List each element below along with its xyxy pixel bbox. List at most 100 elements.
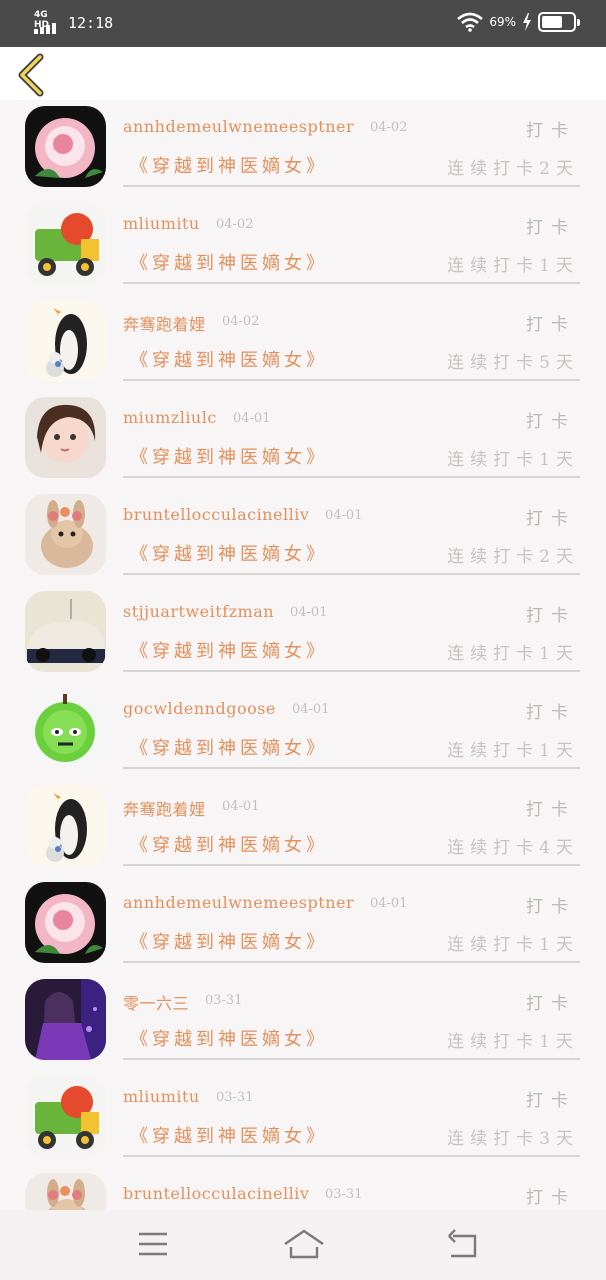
back-nav-button[interactable]	[443, 1226, 483, 1262]
row-divider	[123, 573, 580, 575]
avatar[interactable]	[25, 1076, 106, 1157]
avatar[interactable]	[25, 397, 106, 478]
system-nav-bar	[0, 1210, 606, 1280]
checkin-label: 打卡	[526, 218, 576, 238]
list-item[interactable]: miumzliulc 04-01 打卡 《穿越到神医嫡女》 连续打卡1天	[0, 391, 606, 488]
list-item[interactable]: 零一六三 03-31 打卡《穿越到神医嫡女》 连续打卡1天	[0, 973, 606, 1070]
checkin-list[interactable]: annhdemeulwnemeesptner 04-02 打卡 《穿越到神医嫡女》 连续…	[0, 100, 606, 1210]
back-button[interactable]	[12, 51, 56, 97]
checkin-date: 04-01	[370, 896, 408, 911]
row-divider	[123, 379, 580, 381]
row-divider	[123, 282, 580, 284]
streak-text: 连续打卡1天	[447, 1032, 579, 1052]
user-name[interactable]: 奔骞跑着娌	[123, 796, 206, 820]
charging-icon	[523, 13, 531, 31]
checkin-label: 打卡	[526, 994, 576, 1014]
user-name[interactable]: mliumitu	[123, 1087, 200, 1106]
checkin-label: 打卡	[526, 1091, 576, 1111]
list-item[interactable]: 奔骞跑着娌 04-01 打卡《穿越到神医嫡女》 连续打卡4天	[0, 779, 606, 876]
menu-button[interactable]	[133, 1226, 173, 1262]
streak-text: 连续打卡1天	[447, 741, 579, 761]
checkin-date: 04-02	[216, 217, 254, 232]
book-title-link[interactable]: 《穿越到神医嫡女》	[130, 1122, 328, 1148]
book-title-link[interactable]: 《穿越到神医嫡女》	[130, 734, 328, 760]
checkin-date: 04-01	[290, 605, 328, 620]
battery-percent: 69%	[489, 15, 516, 29]
user-name[interactable]: gocwldenndgoose	[123, 699, 276, 718]
list-item[interactable]: 奔骞跑着娌 04-02 打卡《穿越到神医嫡女》 连续打卡5天	[0, 294, 606, 391]
list-item[interactable]: bruntellocculacinelliv 03-31 打卡	[0, 1167, 606, 1210]
row-divider	[123, 961, 580, 963]
avatar[interactable]	[25, 494, 106, 575]
user-name[interactable]: mliumitu	[123, 214, 200, 233]
streak-text: 连续打卡1天	[447, 256, 579, 276]
checkin-label: 打卡	[526, 121, 576, 141]
checkin-date: 03-31	[205, 993, 243, 1008]
checkin-date: 04-01	[292, 702, 330, 717]
streak-text: 连续打卡2天	[447, 159, 579, 179]
user-name[interactable]: annhdemeulwnemeesptner	[123, 117, 354, 136]
list-item[interactable]: mliumitu 03-31 打卡 《穿越到神医嫡女》 连续打卡3天	[0, 1070, 606, 1167]
user-name[interactable]: bruntellocculacinelliv	[123, 505, 309, 524]
list-item[interactable]: bruntellocculacinelliv 04-01 打卡 《穿越到神医嫡女》 连续…	[0, 488, 606, 585]
row-divider	[123, 476, 580, 478]
avatar[interactable]	[25, 882, 106, 963]
checkin-date: 04-01	[325, 508, 363, 523]
streak-text: 连续打卡1天	[447, 450, 579, 470]
avatar[interactable]	[25, 203, 106, 284]
battery-icon	[538, 12, 580, 32]
book-title-link[interactable]: 《穿越到神医嫡女》	[130, 831, 328, 857]
streak-text: 连续打卡2天	[447, 547, 579, 567]
book-title-link[interactable]: 《穿越到神医嫡女》	[130, 637, 328, 663]
list-item[interactable]: gocwldenndgoose 04-01 打卡《穿越到神医嫡女》 连续打卡1天	[0, 682, 606, 779]
home-button[interactable]	[283, 1226, 324, 1262]
checkin-label: 打卡	[526, 315, 576, 335]
row-divider	[123, 767, 580, 769]
checkin-label: 打卡	[526, 800, 576, 820]
streak-text: 连续打卡3天	[447, 1129, 579, 1149]
list-item[interactable]: stjjuartweitfzman 04-01 打卡《穿越到神医嫡女》 连续打卡1天	[0, 585, 606, 682]
menu-icon	[139, 1232, 167, 1256]
user-name[interactable]: 奔骞跑着娌	[123, 311, 206, 335]
row-divider	[123, 1058, 580, 1060]
user-name[interactable]: stjjuartweitfzman	[123, 602, 274, 621]
user-name[interactable]: miumzliulc	[123, 408, 217, 427]
checkin-label: 打卡	[526, 412, 576, 432]
avatar[interactable]	[25, 300, 106, 381]
book-title-link[interactable]: 《穿越到神医嫡女》	[130, 346, 328, 372]
avatar[interactable]	[25, 1173, 106, 1210]
wifi-icon	[457, 12, 484, 32]
book-title-link[interactable]: 《穿越到神医嫡女》	[130, 928, 328, 954]
user-name[interactable]: bruntellocculacinelliv	[123, 1184, 309, 1203]
checkin-date: 04-01	[222, 799, 260, 814]
checkin-date: 04-02	[222, 314, 260, 329]
row-divider	[123, 185, 580, 187]
list-item[interactable]: annhdemeulwnemeesptner 04-02 打卡《穿越到神医嫡女》 连续…	[0, 100, 606, 197]
avatar[interactable]	[25, 688, 106, 769]
book-title-link[interactable]: 《穿越到神医嫡女》	[130, 1025, 328, 1051]
checkin-label: 打卡	[526, 703, 576, 723]
status-bar: 4G HD 12:18 69%	[0, 0, 606, 47]
avatar[interactable]	[25, 106, 106, 187]
user-name[interactable]: 零一六三	[123, 990, 189, 1014]
avatar[interactable]	[25, 591, 106, 672]
checkin-date: 04-02	[370, 120, 408, 135]
checkin-label: 打卡	[526, 606, 576, 626]
signal-icon: 4G HD	[34, 10, 60, 34]
avatar[interactable]	[25, 785, 106, 866]
book-title-link[interactable]: 《穿越到神医嫡女》	[130, 443, 328, 469]
book-title-link[interactable]: 《穿越到神医嫡女》	[130, 540, 328, 566]
list-item[interactable]: mliumitu 04-02 打卡《穿越到神医嫡女》 连续打卡1天	[0, 197, 606, 294]
status-left: 4G HD 12:18	[34, 10, 113, 34]
book-title-link[interactable]: 《穿越到神医嫡女》	[130, 152, 328, 178]
list-item[interactable]: annhdemeulwnemeesptner 04-01 打卡 《穿越到神医嫡女》 连续…	[0, 876, 606, 973]
streak-text: 连续打卡1天	[447, 644, 579, 664]
streak-text: 连续打卡4天	[447, 838, 579, 858]
streak-text: 连续打卡1天	[447, 935, 579, 955]
chevron-left-icon	[18, 53, 44, 97]
avatar[interactable]	[25, 979, 106, 1060]
streak-text: 连续打卡5天	[447, 353, 579, 373]
row-divider	[123, 864, 580, 866]
book-title-link[interactable]: 《穿越到神医嫡女》	[130, 249, 328, 275]
user-name[interactable]: annhdemeulwnemeesptner	[123, 893, 354, 912]
